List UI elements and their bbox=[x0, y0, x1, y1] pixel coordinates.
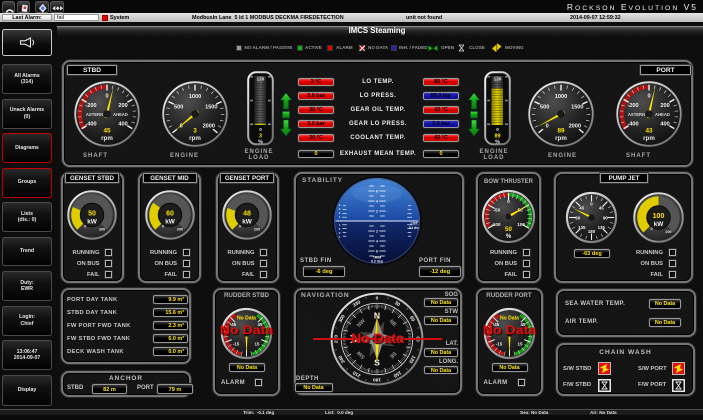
svg-text:1000: 1000 bbox=[188, 94, 200, 100]
svg-text:0: 0 bbox=[507, 199, 510, 204]
svg-text:200: 200 bbox=[660, 103, 669, 109]
svg-text:15: 15 bbox=[255, 341, 260, 346]
svg-text:90: 90 bbox=[603, 215, 608, 220]
svg-text:kW: kW bbox=[653, 221, 664, 228]
svg-text:400: 400 bbox=[118, 121, 127, 127]
svg-text:15: 15 bbox=[517, 341, 522, 346]
svg-text:kW: kW bbox=[242, 218, 253, 225]
svg-text:120: 120 bbox=[256, 76, 264, 81]
svg-text:0: 0 bbox=[239, 224, 241, 228]
svg-text:0: 0 bbox=[650, 227, 652, 231]
svg-text:kW: kW bbox=[165, 218, 176, 225]
svg-text:No Data: No Data bbox=[237, 315, 256, 321]
svg-text:3: 3 bbox=[193, 128, 197, 135]
svg-text:6: 6 bbox=[376, 189, 378, 193]
svg-text:1500: 1500 bbox=[205, 104, 217, 110]
svg-text:%: % bbox=[495, 139, 500, 145]
svg-text:AHEAD: AHEAD bbox=[655, 112, 670, 117]
svg-text:rpm: rpm bbox=[189, 135, 201, 142]
svg-text:0: 0 bbox=[545, 124, 548, 130]
svg-text:rpm: rpm bbox=[555, 135, 567, 142]
svg-text:LIST:: LIST: bbox=[411, 222, 419, 226]
svg-text:2000: 2000 bbox=[202, 124, 214, 130]
svg-text:45: 45 bbox=[599, 205, 604, 210]
svg-text:200: 200 bbox=[118, 103, 127, 109]
svg-text:120: 120 bbox=[493, 76, 501, 81]
svg-text:90: 90 bbox=[575, 215, 580, 220]
svg-text:60: 60 bbox=[166, 210, 174, 217]
svg-text:4: 4 bbox=[376, 239, 378, 243]
svg-text:AHEAD: AHEAD bbox=[113, 112, 128, 117]
svg-text:1500: 1500 bbox=[571, 104, 583, 110]
svg-text:135: 135 bbox=[578, 225, 586, 230]
svg-text:No Data: No Data bbox=[500, 315, 519, 321]
svg-text:-200: -200 bbox=[85, 103, 96, 109]
svg-text:0: 0 bbox=[161, 224, 163, 228]
svg-text:48: 48 bbox=[243, 210, 251, 217]
svg-text:2: 2 bbox=[376, 209, 378, 213]
svg-text:0: 0 bbox=[376, 295, 379, 301]
svg-text:0: 0 bbox=[259, 127, 262, 132]
svg-text:180: 180 bbox=[588, 229, 596, 234]
svg-text:50: 50 bbox=[88, 210, 96, 217]
svg-text:%: % bbox=[258, 139, 263, 145]
svg-text:0: 0 bbox=[84, 224, 86, 228]
svg-text:0: 0 bbox=[647, 94, 650, 100]
svg-text:0: 0 bbox=[496, 127, 499, 132]
svg-text:-400: -400 bbox=[627, 121, 638, 127]
svg-text:180: 180 bbox=[373, 376, 381, 382]
svg-text:43: 43 bbox=[645, 128, 653, 135]
svg-text:rpm: rpm bbox=[643, 135, 655, 142]
svg-text:kW: kW bbox=[87, 218, 98, 225]
svg-text:-50: -50 bbox=[493, 207, 500, 212]
svg-text:rpm: rpm bbox=[101, 135, 113, 142]
svg-text:ASTERN: ASTERN bbox=[86, 112, 103, 117]
svg-text:50: 50 bbox=[505, 226, 512, 233]
svg-text:400: 400 bbox=[660, 121, 669, 127]
svg-text:200: 200 bbox=[99, 227, 105, 231]
svg-text:200: 200 bbox=[665, 230, 671, 234]
svg-text:500: 500 bbox=[174, 104, 183, 110]
svg-text:-200: -200 bbox=[627, 103, 638, 109]
svg-text:100: 100 bbox=[652, 213, 664, 220]
svg-text:45: 45 bbox=[103, 128, 111, 135]
svg-text:-400: -400 bbox=[85, 121, 96, 127]
svg-text:ASTERN: ASTERN bbox=[627, 112, 644, 117]
svg-text:1000: 1000 bbox=[554, 94, 566, 100]
svg-text:200: 200 bbox=[176, 227, 182, 231]
svg-text:2: 2 bbox=[376, 229, 378, 233]
svg-text:200: 200 bbox=[254, 227, 260, 231]
svg-text:%: % bbox=[506, 234, 512, 240]
svg-text:-15: -15 bbox=[495, 341, 502, 346]
svg-text:2000: 2000 bbox=[568, 124, 580, 130]
svg-text:135: 135 bbox=[598, 225, 606, 230]
svg-text:6: 6 bbox=[376, 249, 378, 253]
svg-text:4: 4 bbox=[376, 199, 378, 203]
svg-text:0: 0 bbox=[105, 94, 108, 100]
svg-text:100: 100 bbox=[517, 222, 525, 227]
svg-text:45: 45 bbox=[579, 205, 584, 210]
svg-text:-100: -100 bbox=[491, 222, 501, 227]
svg-text:89: 89 bbox=[557, 128, 565, 135]
svg-text:-15: -15 bbox=[233, 341, 240, 346]
svg-text:500: 500 bbox=[540, 104, 549, 110]
